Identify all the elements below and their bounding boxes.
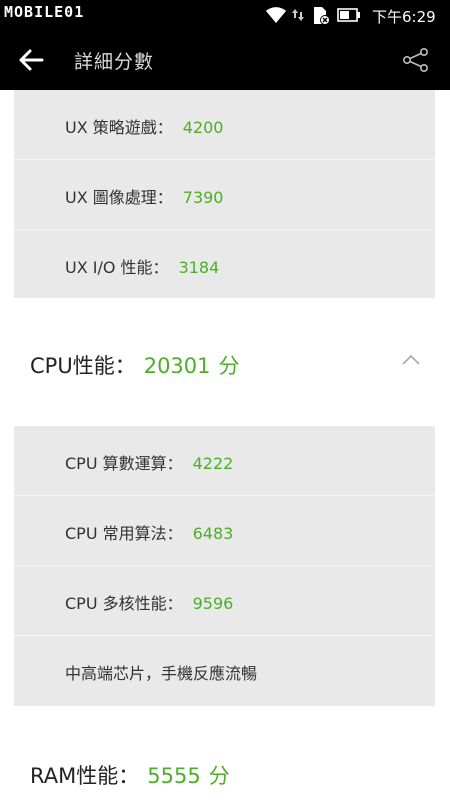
list-item: UX I/O 性能： 3184: [14, 230, 435, 300]
ram-section-header[interactable]: RAM性能： 5555 分: [0, 706, 450, 800]
cpu-summary-text: 中高端芯片，手機反應流暢: [65, 664, 258, 683]
section-score: 20301: [143, 354, 211, 378]
wifi-icon: [266, 7, 286, 23]
list-item: CPU 算數運算： 4222: [14, 426, 435, 496]
cpu-sub-panel: CPU 算數運算： 4222 CPU 常用算法： 6483 CPU 多核性能： 959…: [14, 426, 435, 706]
score-detail-list: UX 策略遊戲： 4200 UX 圖像處理： 7390 UX I/O 性能： 3184…: [0, 90, 450, 800]
sub-score-value: 4200: [182, 118, 224, 137]
sub-score-label: UX 策略遊戲： 4200: [65, 118, 224, 137]
data-arrows-icon: [292, 9, 304, 21]
chevron-up-icon[interactable]: [401, 354, 421, 366]
sub-score-label: CPU 常用算法： 6483: [65, 524, 234, 543]
list-item: UX 圖像處理： 7390: [14, 160, 435, 230]
sub-score-value: 7390: [182, 188, 224, 207]
share-icon[interactable]: [402, 47, 430, 73]
section-score: 5555: [147, 764, 201, 788]
sub-score-value: 3184: [178, 258, 220, 277]
list-item: CPU 常用算法： 6483: [14, 496, 435, 566]
battery-icon: [337, 8, 360, 22]
sub-score-label: UX 圖像處理： 7390: [65, 188, 224, 207]
sub-score-label: CPU 多核性能： 9596: [65, 594, 234, 613]
cpu-section-header[interactable]: CPU性能： 20301 分: [0, 298, 450, 426]
sd-card-icon: [314, 7, 330, 25]
watermark-logo: MOBILE01: [4, 3, 85, 21]
sub-score-value: 4222: [192, 454, 234, 473]
status-bar: MOBILE01 下午6:29: [0, 0, 450, 30]
list-item: UX 策略遊戲： 4200: [14, 90, 435, 160]
section-title: CPU性能： 20301 分: [30, 354, 240, 378]
arrow-left-icon[interactable]: [18, 48, 44, 72]
section-unit: 分: [218, 354, 240, 378]
page-title: 詳細分數: [74, 51, 155, 73]
sub-score-value: 9596: [192, 594, 234, 613]
sub-score-label: UX I/O 性能： 3184: [65, 258, 220, 277]
status-clock: 下午6:29: [372, 8, 436, 26]
list-item: 中高端芯片，手機反應流暢: [14, 636, 435, 706]
sub-score-label: CPU 算數運算： 4222: [65, 454, 234, 473]
app-bar: 詳細分數: [0, 30, 450, 90]
sub-score-value: 6483: [192, 524, 234, 543]
section-unit: 分: [208, 764, 230, 788]
section-title: RAM性能： 5555 分: [30, 764, 230, 788]
ux-sub-panel: UX 策略遊戲： 4200 UX 圖像處理： 7390 UX I/O 性能： 3184: [14, 90, 435, 298]
list-item: CPU 多核性能： 9596: [14, 566, 435, 636]
